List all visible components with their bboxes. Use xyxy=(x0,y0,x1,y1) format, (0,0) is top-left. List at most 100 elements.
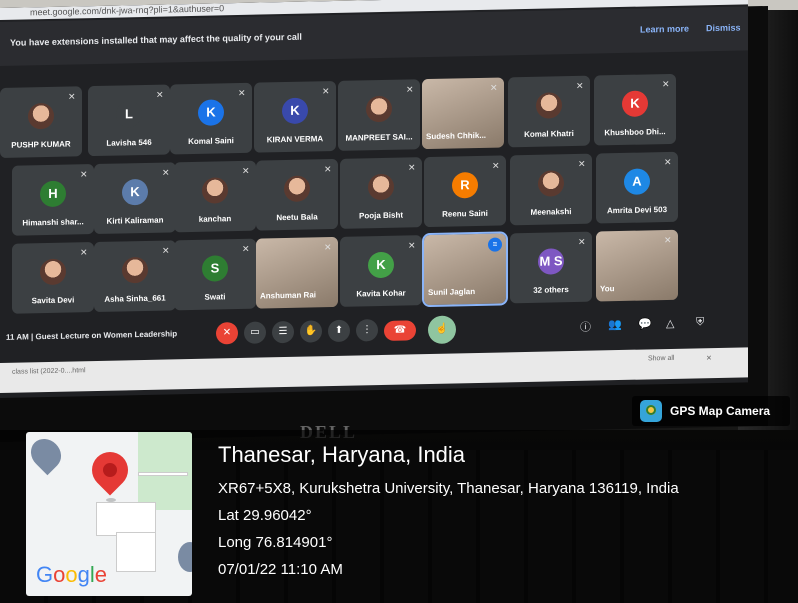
participant-name: Asha Sinha_661 xyxy=(104,293,166,304)
participant-avatar xyxy=(28,102,54,130)
participant-tile[interactable]: ✕ Neetu Bala xyxy=(256,158,338,231)
participant-avatar: K xyxy=(622,90,648,117)
participant-name: Amrita Devi 503 xyxy=(606,205,668,216)
participant-tile[interactable]: ✕ MANPREET SAI... xyxy=(338,79,420,151)
participant-name: MANPREET SAI... xyxy=(345,132,413,143)
activities-icon[interactable]: △ xyxy=(666,317,674,330)
participant-name: Komal Khatri xyxy=(524,128,574,140)
hang-up-button[interactable]: ☎ xyxy=(384,320,416,341)
participant-name: 32 others xyxy=(533,285,569,295)
mic-muted-icon: ✕ xyxy=(490,82,498,93)
participant-avatar: K xyxy=(122,178,148,206)
cursor-hand-icon: ☝ xyxy=(428,315,456,345)
participant-tile[interactable]: ✕ Asha Sinha_661 xyxy=(94,240,176,313)
more-options-icon[interactable]: ⋮ xyxy=(356,319,378,342)
participant-tile[interactable]: S ✕ Swati xyxy=(174,238,256,311)
location-map: Google xyxy=(26,432,192,596)
mic-muted-icon: ✕ xyxy=(242,243,250,254)
mic-muted-icon: ✕ xyxy=(162,245,170,256)
participant-tile[interactable]: M S ✕ 32 others xyxy=(510,231,592,304)
participant-tile[interactable]: A ✕ Amrita Devi 503 xyxy=(596,151,678,224)
participant-avatar: S xyxy=(202,255,228,282)
close-icon[interactable]: ✕ xyxy=(706,354,712,362)
mic-muted-icon: ✕ xyxy=(492,160,500,171)
participant-tile[interactable]: K ✕ Kavita Kohar xyxy=(340,235,422,307)
participant-tile[interactable]: H ✕ Himanshi shar... xyxy=(12,164,94,236)
host-controls-icon[interactable]: ⛨ xyxy=(696,316,704,329)
participant-tile[interactable]: ✕ PUSHP KUMAR xyxy=(0,86,82,158)
mic-muted-icon: ✕ xyxy=(578,158,586,169)
download-file-label[interactable]: class list (2022-0....html xyxy=(12,367,86,376)
mic-muted-icon: ✕ xyxy=(324,164,332,175)
learn-more-link[interactable]: Learn more xyxy=(640,24,689,35)
participant-avatar xyxy=(122,256,148,284)
laptop-screen: meet.google.com/dnk-jwa-rnq?pli=1&authus… xyxy=(0,0,748,398)
participant-avatar xyxy=(368,173,394,201)
participant-tile[interactable]: ✕ Anshuman Rai xyxy=(256,236,338,309)
participant-tile[interactable]: ✕ Pooja Bisht xyxy=(340,157,422,229)
participant-name: Meenakshi xyxy=(530,207,572,217)
mic-muted-icon: ✕ xyxy=(80,247,88,258)
participant-name: Savita Devi xyxy=(31,295,75,306)
participant-avatar: L xyxy=(116,101,142,128)
location-latitude: Lat 29.96042° xyxy=(218,507,312,524)
participant-avatar xyxy=(536,92,562,119)
participant-name: Kirti Kaliraman xyxy=(106,215,164,226)
mic-muted-icon: ✕ xyxy=(576,80,584,91)
gps-app-badge: GPS Map Camera xyxy=(632,396,790,426)
participant-tile[interactable]: K ✕ Khushboo Dhi... xyxy=(594,73,676,146)
map-road xyxy=(138,472,188,476)
pin-shadow xyxy=(106,498,116,502)
mic-muted-icon: ✕ xyxy=(578,236,586,247)
participant-avatar: K xyxy=(282,97,308,125)
participant-tile[interactable]: ≡ Sunil Jaglan xyxy=(422,231,508,308)
participant-tile[interactable]: R ✕ Reenu Saini xyxy=(424,155,506,228)
participant-avatar: K xyxy=(368,251,394,279)
participant-avatar: A xyxy=(624,168,650,195)
participant-tile[interactable]: K ✕ Kirti Kaliraman xyxy=(94,162,176,235)
participant-avatar: M S xyxy=(538,248,564,275)
show-all-link[interactable]: Show all xyxy=(648,355,674,363)
mic-muted-icon: ✕ xyxy=(242,165,250,176)
mic-muted-icon: ✕ xyxy=(662,78,670,90)
participant-tile[interactable]: ✕ You xyxy=(596,229,678,302)
participant-tile[interactable]: ✕ Savita Devi xyxy=(12,242,94,314)
location-address: XR67+5X8, Kurukshetra University, Thanes… xyxy=(218,480,679,497)
gps-app-title: GPS Map Camera xyxy=(670,404,771,418)
people-icon[interactable]: 👥 xyxy=(608,318,622,331)
participant-tile[interactable]: ✕ kanchan xyxy=(174,160,256,233)
participant-name: Komal Saini xyxy=(188,136,234,147)
captions-icon[interactable]: ☰ xyxy=(272,320,294,344)
mic-muted-icon: ✕ xyxy=(322,86,330,97)
participant-name: You xyxy=(600,284,615,294)
participant-tile[interactable]: K ✕ KIRAN VERMA xyxy=(254,80,336,153)
chat-icon[interactable]: 💬 xyxy=(638,317,652,330)
participant-tile[interactable]: ✕ Meenakshi xyxy=(510,153,592,226)
mic-muted-icon: ✕ xyxy=(406,84,414,95)
raise-hand-icon[interactable]: ✋ xyxy=(300,320,322,343)
location-longitude: Long 76.814901° xyxy=(218,534,333,551)
present-icon[interactable]: ⬆ xyxy=(328,319,350,343)
participant-tile[interactable]: ✕ Komal Khatri xyxy=(508,75,590,148)
gps-camera-icon xyxy=(640,400,662,422)
dismiss-button[interactable]: Dismiss xyxy=(706,22,741,33)
participant-avatar: H xyxy=(40,180,66,208)
participant-tile[interactable]: ✕ Sudesh Chhik... xyxy=(422,77,504,150)
mic-muted-icon: ✕ xyxy=(156,89,164,100)
mic-off-icon[interactable]: ✕ xyxy=(216,322,238,345)
camera-icon[interactable]: ▭ xyxy=(244,321,266,344)
info-icon[interactable]: ⓘ xyxy=(580,319,591,335)
participant-name: Kavita Kohar xyxy=(356,288,406,299)
participant-avatar xyxy=(40,258,66,286)
map-building xyxy=(96,502,156,536)
participant-tile[interactable]: K ✕ Komal Saini xyxy=(170,82,252,155)
participant-name: Sudesh Chhik... xyxy=(426,130,487,142)
location-pin-icon xyxy=(84,444,136,496)
participant-tile[interactable]: L ✕ Lavisha 546 xyxy=(88,84,170,157)
participant-name: KIRAN VERMA xyxy=(266,134,324,145)
map-building xyxy=(116,532,156,572)
mic-muted-icon: ✕ xyxy=(238,87,246,99)
participant-avatar xyxy=(538,170,564,197)
location-title: Thanesar, Haryana, India xyxy=(218,442,466,467)
participant-name: Swati xyxy=(204,292,226,302)
